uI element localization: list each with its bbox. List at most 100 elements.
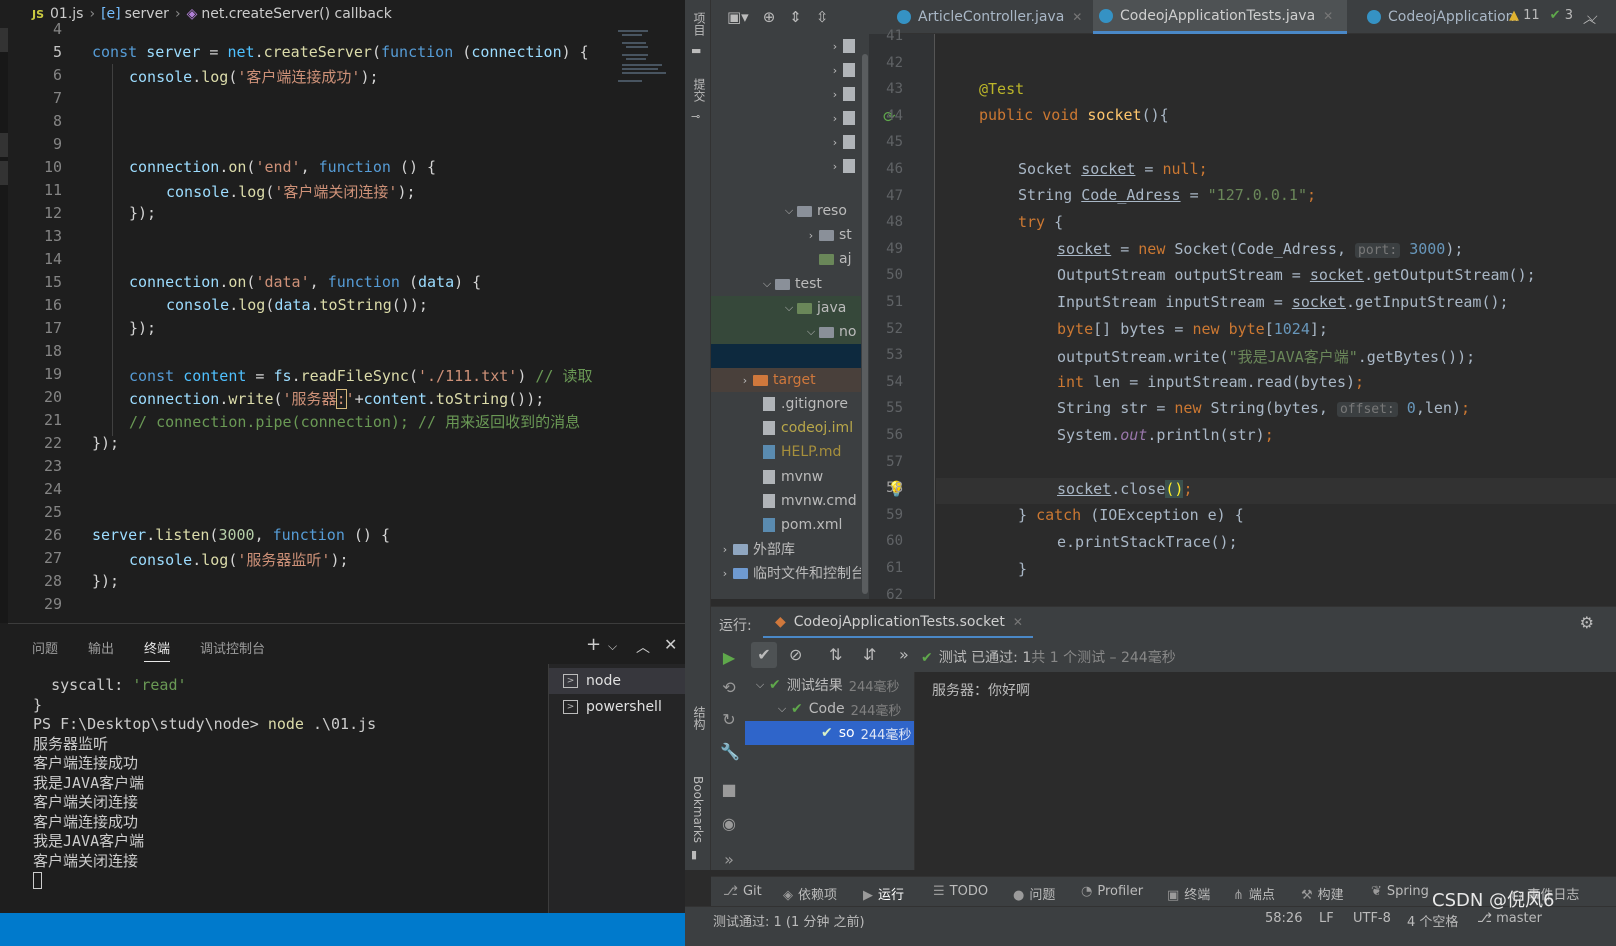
run-config-tab[interactable]: ◆ CodeojApplicationTests.socket ✕	[763, 607, 1033, 639]
tree-item-external-libs[interactable]: › 外部库	[717, 537, 795, 561]
project-tree[interactable]: › › › › › › ⌵ reso › st aj ⌵ test ⌵ java ⌵ no…	[711, 34, 861, 599]
tool-endpoints[interactable]: ⋔ 端点	[1233, 884, 1275, 903]
tree-item-selected[interactable]	[711, 344, 861, 368]
tab-debug-console[interactable]: 调试控制台	[200, 638, 265, 657]
test-results-tree[interactable]: ⌵ ✔ 测试结果 244毫秒 ⌵ ✔ Code 244毫秒 ✔ so 244毫秒	[745, 672, 915, 870]
git-branch[interactable]: ⎇ master	[1477, 911, 1542, 926]
tool-git[interactable]: ⎇ Git	[723, 884, 762, 899]
tool-build[interactable]: ⚒ 构建	[1301, 884, 1344, 903]
function-cube-icon: ◈	[186, 6, 198, 22]
add-terminal-icon[interactable]: +	[586, 634, 601, 655]
close-panel-icon[interactable]: ✕	[664, 635, 677, 654]
line-number: 61	[886, 560, 903, 576]
tool-run[interactable]: ▶ 运行	[863, 884, 904, 903]
tree-item-application[interactable]: aj	[819, 247, 851, 271]
more-icon[interactable]: »	[899, 645, 909, 664]
tool-terminal[interactable]: ▣ 终端	[1167, 884, 1210, 903]
sort-alpha-icon[interactable]: ⇅	[829, 645, 842, 664]
line-number: 15	[43, 273, 62, 291]
line-number: 5	[52, 43, 62, 61]
run-console[interactable]: 服务器：你好啊	[916, 672, 1616, 870]
rerun-icon[interactable]: ▶	[720, 648, 738, 667]
commit-tool-label[interactable]: 提交	[691, 78, 708, 102]
chevron-down-icon[interactable]: ⌵	[608, 639, 617, 654]
file-encoding[interactable]: UTF-8	[1353, 911, 1391, 926]
tree-item-pom[interactable]: pom.xml	[763, 513, 842, 537]
status-message[interactable]: 测试通过: 1 (1 分钟 之前)	[713, 911, 865, 930]
test-node-class[interactable]: ⌵ ✔ Code 244毫秒	[773, 697, 902, 721]
tool-spring[interactable]: ❦ Spring	[1371, 884, 1429, 899]
tool-profiler[interactable]: ◔ Profiler	[1081, 884, 1143, 899]
tree-item-resources[interactable]: ⌵ reso	[781, 199, 847, 223]
line-separator[interactable]: LF	[1319, 911, 1334, 926]
tool-dependencies[interactable]: ◈ 依赖项	[783, 884, 837, 903]
java-class-icon	[1099, 8, 1113, 23]
structure-tool-label[interactable]: 结构	[691, 706, 708, 730]
tree-item-package[interactable]: ⌵ no	[711, 320, 861, 344]
expand-all-icon[interactable]: ⇕	[789, 8, 802, 26]
tree-item-java[interactable]: ⌵ java	[711, 296, 861, 320]
tree-item-gitignore[interactable]: .gitignore	[763, 392, 848, 416]
indent-setting[interactable]: 4 个空格	[1407, 911, 1458, 930]
show-passed-icon[interactable]: ✔	[751, 642, 777, 668]
tree-item-help-md[interactable]: HELP.md	[763, 440, 841, 464]
todo-icon: ☰	[933, 884, 945, 899]
tree-collapsed-item[interactable]: ›	[827, 82, 861, 106]
tree-item-target[interactable]: › target	[711, 368, 861, 392]
breadcrumb-symbol-server[interactable]: server	[125, 6, 169, 22]
project-tool-label[interactable]: 项目	[691, 12, 708, 36]
run-top-toolbar: ✔ ⊘ ⇅ ⇵ » ✔ 测试 已通过: 1共 1 个测试 – 244毫秒	[745, 638, 1616, 672]
test-node-root[interactable]: ⌵ ✔ 测试结果 244毫秒	[751, 673, 900, 697]
terminal-output[interactable]: syscall: 'read'} PS F:\Desktop\study\node…	[33, 676, 553, 891]
caret-position[interactable]: 58:26	[1265, 911, 1302, 926]
line-number: 11	[43, 181, 62, 199]
tab-output[interactable]: 输出	[88, 638, 114, 657]
tree-collapsed-item[interactable]: ›	[827, 106, 861, 130]
test-node-method[interactable]: ✔ so 244毫秒	[745, 721, 914, 745]
tab-terminal[interactable]: 终端	[144, 638, 171, 662]
tool-problems[interactable]: ● 问题	[1013, 884, 1055, 903]
tree-collapsed-item[interactable]: ›	[827, 130, 861, 154]
tree-collapsed-item[interactable]: ›	[827, 34, 861, 58]
wrench-icon[interactable]: 🔧	[720, 742, 740, 761]
tree-scrollbar[interactable]	[861, 34, 869, 599]
minimap[interactable]	[612, 28, 682, 623]
tree-collapsed-item[interactable]: ›	[827, 154, 861, 178]
project-view-icon[interactable]: ▣▾	[727, 8, 749, 26]
tree-item-test[interactable]: ⌵ test	[759, 272, 822, 296]
tree-item-mvnw[interactable]: mvnw	[763, 465, 823, 489]
tree-item-scratches[interactable]: › 临时文件和控制台	[717, 561, 861, 585]
camera-icon[interactable]: ◉	[720, 814, 738, 833]
code-editor[interactable]: const server = net.createServer(function…	[92, 28, 612, 623]
tab-article-controller[interactable]: ArticleController.java ✕	[891, 0, 1091, 34]
collapse-all-icon[interactable]: ⇳	[816, 8, 829, 26]
toggle-auto-test-icon[interactable]: ↻	[720, 710, 738, 729]
terminal-node[interactable]: > node	[549, 668, 685, 694]
run-icon: ▶	[863, 888, 873, 903]
breadcrumb: JS 01.js › [e] server › ◈ net.createServ…	[0, 0, 685, 28]
bookmarks-tool-label[interactable]: Bookmarks	[691, 776, 705, 843]
tree-collapsed-item[interactable]: ›	[827, 58, 861, 82]
line-number: 16	[43, 296, 62, 314]
tool-todo[interactable]: ☰ TODO	[933, 884, 988, 899]
line-number-gutter: ⟳ 💡 41 42 43 44 45 46 47 48 49 50 51 52 53 54 55 56 57 58…	[869, 28, 935, 603]
rerun-failed-icon[interactable]: ⟲	[720, 678, 738, 697]
more-icon[interactable]: »	[720, 850, 738, 869]
js-file-icon: JS	[32, 7, 45, 21]
locate-icon[interactable]: ⊕	[763, 8, 776, 26]
maximize-panel-icon[interactable]: ︿	[636, 637, 650, 657]
sort-duration-icon[interactable]: ⇵	[863, 645, 876, 664]
tab-problems[interactable]: 问题	[32, 638, 58, 657]
gear-icon[interactable]: ⚙	[1580, 613, 1594, 632]
inspection-widget[interactable]: ▲ 11 ✔ 3 ︿	[1509, 8, 1596, 27]
tree-item-static[interactable]: › st	[803, 223, 852, 247]
tree-item-mvnw-cmd[interactable]: mvnw.cmd	[763, 489, 857, 513]
tree-item-iml[interactable]: codeoj.iml	[763, 416, 853, 440]
terminal-powershell[interactable]: > powershell	[549, 694, 685, 720]
line-number: 57	[886, 453, 903, 470]
show-ignored-icon[interactable]: ⊘	[789, 645, 802, 664]
breadcrumb-symbol-callback[interactable]: net.createServer() callback	[201, 6, 391, 22]
java-code-editor[interactable]: @Test public void socket(){ Socket socke…	[936, 34, 1616, 599]
tab-codeoj-tests[interactable]: CodeojApplicationTests.java ✕	[1093, 0, 1347, 34]
stop-icon[interactable]: ■	[720, 780, 738, 799]
